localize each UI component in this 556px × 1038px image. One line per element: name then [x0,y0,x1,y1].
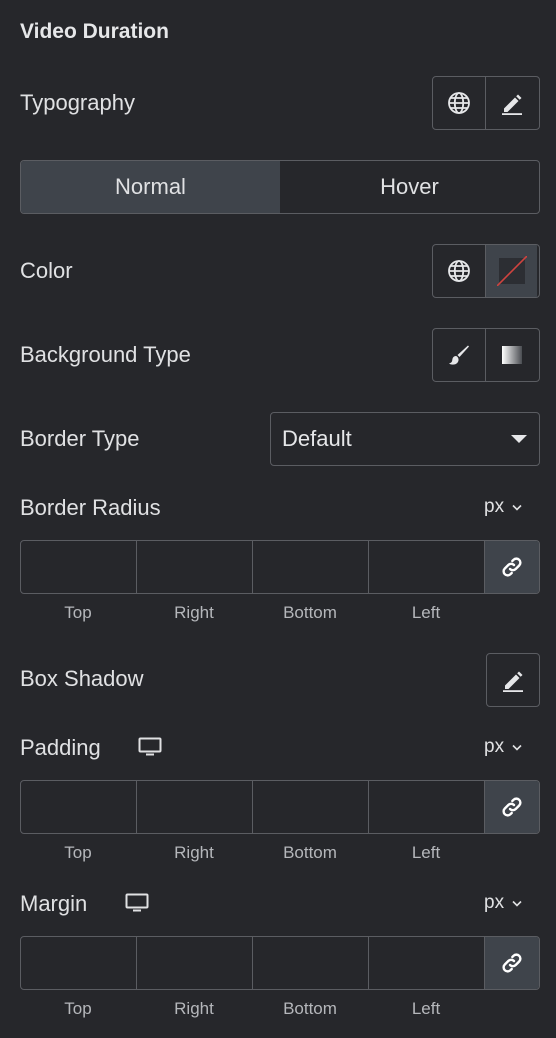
color-picker-button[interactable] [485,245,537,297]
padding-top-input[interactable] [21,781,137,833]
field-label-right: Right [174,603,214,622]
field-label-left: Left [411,843,441,862]
padding-link-button[interactable] [485,781,539,833]
margin-unit: px [484,892,505,913]
background-type-label: Background Type [20,342,191,367]
margin-bottom-input[interactable] [253,937,369,989]
field-label-bottom: Bottom [283,999,337,1018]
border-radius-field-labels: Top Right Bottom Left [20,603,484,623]
state-tabs: Normal Hover [20,160,540,214]
padding-unit-select[interactable]: px [484,736,522,758]
margin-left-input[interactable] [369,937,485,989]
border-radius-inputs [20,540,540,594]
background-classic-button[interactable] [433,329,485,381]
box-shadow-label: Box Shadow [20,666,144,691]
background-gradient-button[interactable] [485,329,537,381]
padding-unit: px [484,736,505,757]
padding-label: Padding [20,735,101,760]
desktop-icon[interactable] [138,737,162,757]
pencil-icon [501,668,525,692]
margin-unit-select[interactable]: px [484,892,522,914]
padding-field-labels: Top Right Bottom Left [20,843,484,863]
box-shadow-controls [486,653,540,707]
typography-global-button[interactable] [433,77,485,129]
border-radius-top-input[interactable] [21,541,137,593]
link-icon [500,555,524,579]
field-label-bottom: Bottom [283,843,337,862]
link-icon [500,951,524,975]
padding-inputs [20,780,540,834]
chevron-down-icon [512,504,522,511]
padding-left-input[interactable] [369,781,485,833]
padding-right-input[interactable] [137,781,253,833]
field-label-right: Right [174,843,214,862]
desktop-icon[interactable] [125,893,149,913]
field-label-top: Top [64,999,92,1018]
border-radius-link-button[interactable] [485,541,539,593]
border-type-value: Default [282,426,352,451]
chevron-down-icon [511,435,527,443]
border-radius-right-input[interactable] [137,541,253,593]
field-label-left: Left [411,603,441,622]
pencil-icon [500,91,524,115]
section-title[interactable]: Video Duration [20,20,169,44]
padding-bottom-input[interactable] [253,781,369,833]
field-label-top: Top [64,843,92,862]
border-radius-label: Border Radius [20,495,161,520]
typography-controls [432,76,540,130]
margin-inputs [20,936,540,990]
color-label: Color [20,258,73,283]
field-label-right: Right [174,999,214,1018]
border-radius-bottom-input[interactable] [253,541,369,593]
border-radius-unit-select[interactable]: px [484,496,522,518]
typography-label: Typography [20,90,135,115]
border-radius-unit: px [484,496,505,517]
margin-label: Margin [20,891,88,916]
chevron-down-icon [512,744,522,751]
globe-icon [447,91,471,115]
background-type-controls [432,328,540,382]
margin-link-button[interactable] [485,937,539,989]
color-controls [432,244,540,298]
typography-edit-button[interactable] [485,77,537,129]
border-type-label: Border Type [20,426,140,451]
link-icon [500,795,524,819]
box-shadow-edit-button[interactable] [487,654,539,706]
chevron-down-icon [512,900,522,907]
field-label-left: Left [411,999,441,1018]
field-label-top: Top [64,603,92,622]
border-type-select[interactable]: Default [270,412,540,466]
empty-color-swatch-icon [496,256,527,286]
margin-field-labels: Top Right Bottom Left [20,999,484,1019]
gradient-icon [501,344,523,366]
globe-icon [447,259,471,283]
field-label-bottom: Bottom [283,603,337,622]
margin-top-input[interactable] [21,937,137,989]
tab-hover[interactable]: Hover [280,161,539,213]
brush-icon [448,344,470,366]
tab-normal[interactable]: Normal [21,161,280,213]
margin-right-input[interactable] [137,937,253,989]
color-global-button[interactable] [433,245,485,297]
border-radius-left-input[interactable] [369,541,485,593]
